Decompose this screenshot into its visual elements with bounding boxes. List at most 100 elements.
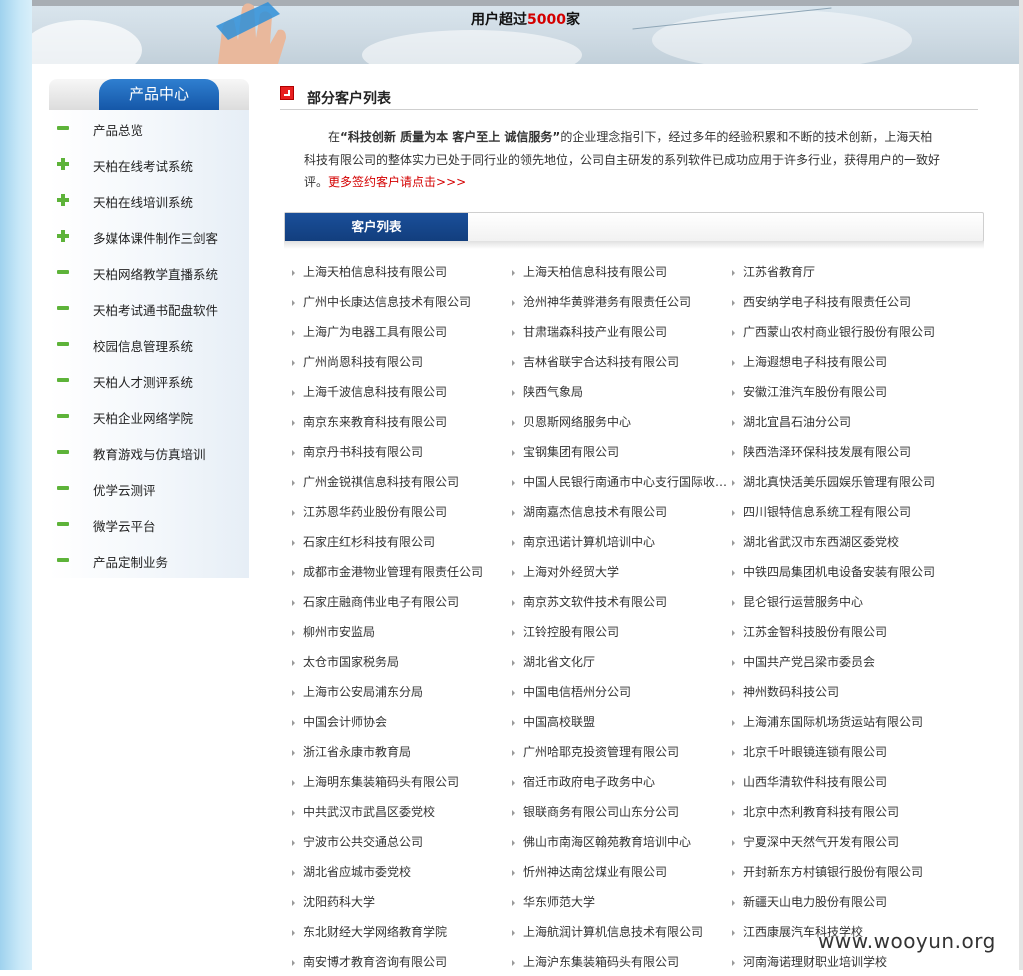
bullet-icon — [292, 719, 295, 726]
sidebar-item[interactable]: 天柏企业网络学院 — [49, 398, 249, 434]
client-link[interactable]: 中国高校联盟 — [512, 713, 727, 730]
client-link[interactable]: 广州哈耶克投资管理有限公司 — [512, 743, 727, 760]
client-link[interactable]: 南京苏文软件技术有限公司 — [512, 593, 727, 610]
client-name: 南京迅诺计算机培训中心 — [523, 535, 656, 549]
client-link[interactable]: 上海市公安局浦东分局 — [292, 683, 512, 700]
client-link[interactable]: 昆仑银行运营服务中心 — [732, 593, 952, 610]
client-link[interactable]: 宝钢集团有限公司 — [512, 443, 727, 460]
bullet-icon — [512, 749, 515, 756]
client-link[interactable]: 四川银特信息系统工程有限公司 — [732, 503, 952, 520]
client-link[interactable]: 广州金锐祺信息科技有限公司 — [292, 473, 512, 490]
client-name: 中铁四局集团机电设备安装有限公司 — [743, 565, 936, 579]
client-link[interactable]: 沧州神华黄骅港务有限责任公司 — [512, 293, 727, 310]
sidebar-item[interactable]: 产品总览 — [49, 110, 249, 146]
sidebar-item[interactable]: 产品定制业务 — [49, 542, 249, 578]
sidebar-item[interactable]: 教育游戏与仿真培训 — [49, 434, 249, 470]
client-link[interactable]: 贝恩斯网络服务中心 — [512, 413, 727, 430]
client-link[interactable]: 吉林省联宇合达科技有限公司 — [512, 353, 727, 370]
client-link[interactable]: 陕西浩泽环保科技发展有限公司 — [732, 443, 952, 460]
client-link[interactable]: 太仓市国家税务局 — [292, 653, 512, 670]
client-link[interactable]: 中国会计师协会 — [292, 713, 512, 730]
client-link[interactable]: 河南海诺理财职业培训学校 — [732, 953, 952, 970]
client-link[interactable]: 西安纳学电子科技有限责任公司 — [732, 293, 952, 310]
client-row: 宁波市公共交通总公司 佛山市南海区翰苑教育培训中心 宁夏深中天然气开发有限公司 — [292, 826, 992, 856]
client-name: 浙江省永康市教育局 — [303, 745, 412, 759]
sidebar-item[interactable]: 优学云测评 — [49, 470, 249, 506]
client-list-tab[interactable]: 客户列表 — [285, 213, 468, 241]
client-link[interactable]: 南京东来教育科技有限公司 — [292, 413, 512, 430]
client-link[interactable]: 浙江省永康市教育局 — [292, 743, 512, 760]
client-link[interactable]: 佛山市南海区翰苑教育培训中心 — [512, 833, 727, 850]
minus-icon — [57, 338, 69, 350]
client-link[interactable]: 广西蒙山农村商业银行股份有限公司 — [732, 323, 952, 340]
bullet-icon — [292, 509, 295, 516]
client-link[interactable]: 江铃控股有限公司 — [512, 623, 727, 640]
client-link[interactable]: 上海对外经贸大学 — [512, 563, 727, 580]
client-link[interactable]: 江苏金智科技股份有限公司 — [732, 623, 952, 640]
client-link[interactable]: 北京千叶眼镜连锁有限公司 — [732, 743, 952, 760]
client-row: 南京东来教育科技有限公司 贝恩斯网络服务中心 湖北宜昌石油分公司 — [292, 406, 992, 436]
client-link[interactable]: 上海明东集装箱码头有限公司 — [292, 773, 512, 790]
sidebar-item[interactable]: 微学云平台 — [49, 506, 249, 542]
client-link[interactable]: 石家庄融商伟业电子有限公司 — [292, 593, 512, 610]
client-link[interactable]: 中国人民银行南通市中心支行国际收… — [512, 473, 727, 490]
client-link[interactable]: 上海遐想电子科技有限公司 — [732, 353, 952, 370]
client-link[interactable]: 山西华清软件科技有限公司 — [732, 773, 952, 790]
client-link[interactable]: 南京丹书科技有限公司 — [292, 443, 512, 460]
client-link[interactable]: 宁夏深中天然气开发有限公司 — [732, 833, 952, 850]
more-clients-link[interactable]: 更多签约客户请点击>>> — [328, 175, 466, 189]
client-link[interactable]: 神州数码科技公司 — [732, 683, 952, 700]
client-link[interactable]: 上海浦东国际机场货运站有限公司 — [732, 713, 952, 730]
client-link[interactable]: 上海航润计算机信息技术有限公司 — [512, 923, 727, 940]
client-link[interactable]: 宿迁市政府电子政务中心 — [512, 773, 727, 790]
sidebar-item[interactable]: 天柏人才测评系统 — [49, 362, 249, 398]
client-link[interactable]: 沈阳药科大学 — [292, 893, 512, 910]
client-link[interactable]: 开封新东方村镇银行股份有限公司 — [732, 863, 952, 880]
client-link[interactable]: 中共武汉市武昌区委党校 — [292, 803, 512, 820]
client-link[interactable]: 陕西气象局 — [512, 383, 727, 400]
sidebar-item[interactable]: 多媒体课件制作三剑客 — [49, 218, 249, 254]
sidebar-item[interactable]: 天柏考试通书配盘软件 — [49, 290, 249, 326]
client-link[interactable]: 湖北宜昌石油分公司 — [732, 413, 952, 430]
client-link[interactable]: 宁波市公共交通总公司 — [292, 833, 512, 850]
client-link[interactable]: 银联商务有限公司山东分公司 — [512, 803, 727, 820]
client-link[interactable]: 广州尚恩科技有限公司 — [292, 353, 512, 370]
client-link[interactable]: 湖北省文化厅 — [512, 653, 727, 670]
client-link[interactable]: 中铁四局集团机电设备安装有限公司 — [732, 563, 952, 580]
sidebar-item[interactable]: 校园信息管理系统 — [49, 326, 249, 362]
sidebar-item[interactable]: 天柏在线培训系统 — [49, 182, 249, 218]
client-link[interactable]: 华东师范大学 — [512, 893, 727, 910]
client-link[interactable]: 江苏恩华药业股份有限公司 — [292, 503, 512, 520]
client-link[interactable]: 湖南嘉杰信息技术有限公司 — [512, 503, 727, 520]
bullet-icon — [512, 569, 515, 576]
client-link[interactable]: 忻州神达南岔煤业有限公司 — [512, 863, 727, 880]
client-link[interactable]: 中国电信梧州分公司 — [512, 683, 727, 700]
client-link[interactable]: 安徽江淮汽车股份有限公司 — [732, 383, 952, 400]
client-link[interactable]: 甘肃瑞森科技产业有限公司 — [512, 323, 727, 340]
client-link[interactable]: 上海广为电器工具有限公司 — [292, 323, 512, 340]
client-link[interactable]: 湖北省应城市委党校 — [292, 863, 512, 880]
client-link[interactable]: 北京中杰利教育科技有限公司 — [732, 803, 952, 820]
client-link[interactable]: 上海天柏信息科技有限公司 — [292, 263, 512, 280]
client-link[interactable]: 南安博才教育咨询有限公司 — [292, 953, 512, 970]
client-name: 银联商务有限公司山东分公司 — [523, 805, 680, 819]
client-name: 宁夏深中天然气开发有限公司 — [743, 835, 900, 849]
client-link[interactable]: 中国共产党吕梁市委员会 — [732, 653, 952, 670]
client-link[interactable]: 石家庄红杉科技有限公司 — [292, 533, 512, 550]
sidebar-item[interactable]: 天柏网络教学直播系统 — [49, 254, 249, 290]
client-link[interactable]: 湖北省武汉市东西湖区委党校 — [732, 533, 952, 550]
client-link[interactable]: 南京迅诺计算机培训中心 — [512, 533, 727, 550]
client-link[interactable]: 广州中长康达信息技术有限公司 — [292, 293, 512, 310]
bullet-icon — [512, 869, 515, 876]
sidebar-item[interactable]: 天柏在线考试系统 — [49, 146, 249, 182]
client-link[interactable]: 湖北真快活美乐园娱乐管理有限公司 — [732, 473, 952, 490]
client-link[interactable]: 江苏省教育厅 — [732, 263, 952, 280]
client-link[interactable]: 上海千波信息科技有限公司 — [292, 383, 512, 400]
client-link[interactable]: 成都市金港物业管理有限责任公司 — [292, 563, 512, 580]
client-link[interactable]: 上海沪东集装箱码头有限公司 — [512, 953, 727, 970]
bullet-icon — [732, 389, 735, 396]
client-link[interactable]: 新疆天山电力股份有限公司 — [732, 893, 952, 910]
client-link[interactable]: 东北财经大学网络教育学院 — [292, 923, 512, 940]
client-link[interactable]: 上海天柏信息科技有限公司 — [512, 263, 727, 280]
client-link[interactable]: 柳州市安监局 — [292, 623, 512, 640]
